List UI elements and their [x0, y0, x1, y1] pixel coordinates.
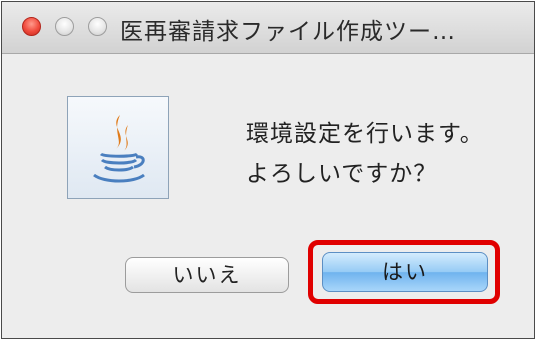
zoom-window-button[interactable] — [88, 17, 107, 36]
message-line-1: 環境設定を行います。 — [246, 121, 484, 147]
red-highlight-box — [308, 240, 500, 304]
close-window-button[interactable] — [22, 17, 41, 36]
no-button[interactable]: いいえ — [125, 257, 289, 293]
message-line-2: よろしいですか？ — [246, 161, 438, 187]
minimize-window-button[interactable] — [55, 17, 74, 36]
java-coffee-cup-icon — [67, 96, 169, 199]
title-bar: 医再審請求ファイル作成ツー… — [2, 2, 534, 54]
window-title: 医再審請求ファイル作成ツー… — [120, 19, 456, 45]
dialog-message: 環境設定を行います。 よろしいですか？ — [246, 114, 484, 194]
